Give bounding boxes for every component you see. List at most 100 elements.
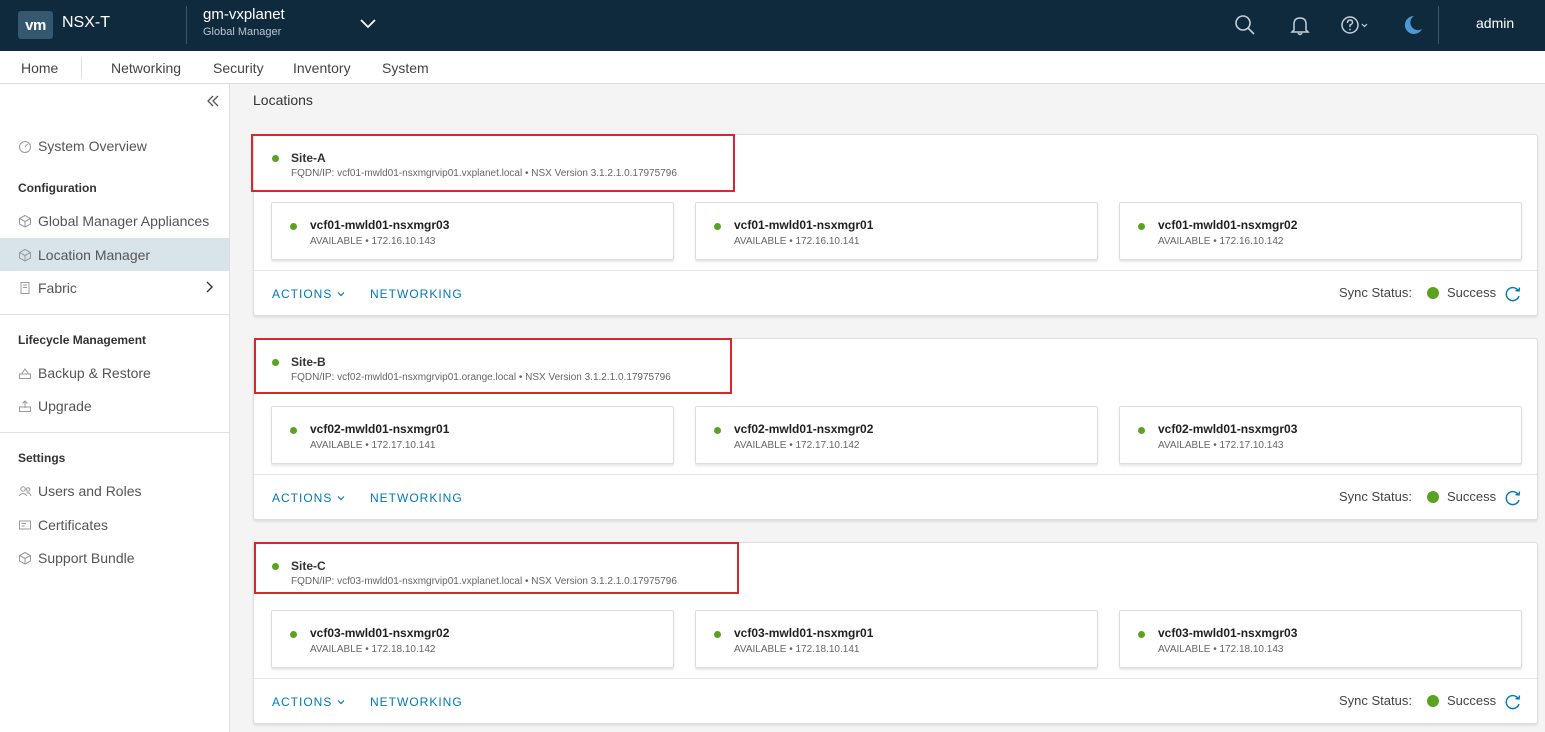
manager-status: AVAILABLE • 172.17.10.141: [310, 440, 436, 451]
highlight-box: [254, 542, 739, 594]
chevron-down-icon: [337, 496, 345, 501]
nav-divider: [81, 57, 82, 79]
nav-security[interactable]: Security: [213, 60, 264, 76]
refresh-icon[interactable]: [1504, 693, 1522, 711]
sync-status-label: Sync Status:: [1339, 489, 1412, 504]
header-divider: [1438, 6, 1439, 44]
sidebar-item-label: Certificates: [38, 516, 109, 533]
manager-name: vcf01-mwld01-nsxmgr02: [1158, 218, 1298, 232]
search-icon[interactable]: [1231, 11, 1259, 39]
users-icon: [18, 484, 32, 498]
nav-system[interactable]: System: [382, 60, 429, 76]
manager-status: AVAILABLE • 172.17.10.143: [1158, 440, 1284, 451]
chevron-down-icon[interactable]: [358, 14, 378, 34]
sync-status-dot: [1427, 491, 1439, 503]
networking-link[interactable]: NETWORKING: [370, 287, 463, 301]
header-divider: [186, 6, 187, 44]
sidebar-item-label: Backup & Restore: [38, 364, 151, 381]
collapse-icon[interactable]: [204, 92, 222, 110]
status-dot: [714, 427, 721, 434]
sidebar-section-lifecycle: Lifecycle Management: [18, 333, 147, 347]
nav-inventory[interactable]: Inventory: [293, 60, 351, 76]
networking-link[interactable]: NETWORKING: [370, 695, 463, 709]
sync-status-dot: [1427, 695, 1439, 707]
manager-status: AVAILABLE • 172.18.10.142: [310, 644, 436, 655]
vmware-logo[interactable]: vm: [18, 11, 53, 39]
manager-status: AVAILABLE • 172.18.10.141: [734, 644, 860, 655]
manager-name: vcf01-mwld01-nsxmgr01: [734, 218, 874, 232]
manager-name: vcf01-mwld01-nsxmgr03: [310, 218, 450, 232]
sidebar-section-settings: Settings: [18, 451, 66, 465]
sidebar-section-configuration: Configuration: [18, 181, 97, 195]
cube-icon: [18, 248, 32, 262]
actions-button[interactable]: ACTIONS: [272, 491, 345, 505]
sync-status-value: Success: [1447, 693, 1497, 708]
moon-icon[interactable]: [1398, 11, 1426, 39]
sidebar-item-label: Global Manager Appliances: [38, 212, 210, 229]
manager-card[interactable]: vcf02-mwld01-nsxmgr01 AVAILABLE • 172.17…: [271, 406, 674, 464]
actions-label: ACTIONS: [272, 491, 333, 505]
status-dot: [1138, 223, 1145, 230]
sidebar-item-upgrade[interactable]: Upgrade: [0, 389, 229, 422]
card-divider: [254, 474, 1537, 475]
actions-label: ACTIONS: [272, 287, 333, 301]
networking-link[interactable]: NETWORKING: [370, 491, 463, 505]
backup-icon: [18, 366, 32, 380]
refresh-icon[interactable]: [1504, 285, 1522, 303]
manager-name: vcf03-mwld01-nsxmgr03: [1158, 626, 1298, 640]
nav-home[interactable]: Home: [21, 60, 58, 76]
refresh-icon[interactable]: [1504, 489, 1522, 507]
user-menu[interactable]: admin: [1476, 15, 1514, 31]
sidebar-item-label: Users and Roles: [38, 482, 142, 499]
manager-name: vcf02-mwld01-nsxmgr01: [310, 422, 450, 436]
fabric-icon: [18, 281, 32, 295]
cube-icon: [18, 551, 32, 565]
bell-icon[interactable]: [1286, 11, 1314, 39]
sidebar-item-system-overview[interactable]: System Overview: [0, 129, 229, 162]
manager-card[interactable]: vcf01-mwld01-nsxmgr01 AVAILABLE • 172.16…: [695, 202, 1098, 260]
sidebar-item-label: Upgrade: [38, 397, 92, 414]
manager-name: vcf02-mwld01-nsxmgr03: [1158, 422, 1298, 436]
sidebar-item-label: Support Bundle: [38, 549, 135, 566]
help-icon[interactable]: [1339, 11, 1373, 39]
sidebar-item-fabric[interactable]: Fabric: [0, 271, 229, 304]
manager-card[interactable]: vcf03-mwld01-nsxmgr02 AVAILABLE • 172.18…: [271, 610, 674, 668]
upgrade-icon: [18, 399, 32, 413]
sync-status-value: Success: [1447, 489, 1497, 504]
context-name[interactable]: gm-vxplanet: [203, 6, 285, 23]
sync-status-label: Sync Status:: [1339, 285, 1412, 300]
status-dot: [714, 631, 721, 638]
sidebar-item-support-bundle[interactable]: Support Bundle: [0, 541, 229, 574]
actions-button[interactable]: ACTIONS: [272, 287, 345, 301]
status-dot: [290, 427, 297, 434]
sidebar-item-gm-appliances[interactable]: Global Manager Appliances: [0, 204, 229, 237]
status-dot: [290, 223, 297, 230]
manager-name: vcf02-mwld01-nsxmgr02: [734, 422, 874, 436]
certificate-icon: [18, 518, 32, 532]
manager-status: AVAILABLE • 172.16.10.143: [310, 236, 436, 247]
manager-name: vcf03-mwld01-nsxmgr01: [734, 626, 874, 640]
main-nav: Home Networking Security Inventory Syste…: [0, 51, 1545, 84]
sidebar-item-certificates[interactable]: Certificates: [0, 508, 229, 541]
manager-card[interactable]: vcf02-mwld01-nsxmgr02 AVAILABLE • 172.17…: [695, 406, 1098, 464]
manager-card[interactable]: vcf02-mwld01-nsxmgr03 AVAILABLE • 172.17…: [1119, 406, 1522, 464]
sidebar: System Overview Configuration Global Man…: [0, 84, 230, 732]
manager-card[interactable]: vcf01-mwld01-nsxmgr03 AVAILABLE • 172.16…: [271, 202, 674, 260]
manager-card[interactable]: vcf01-mwld01-nsxmgr02 AVAILABLE • 172.16…: [1119, 202, 1522, 260]
manager-card[interactable]: vcf03-mwld01-nsxmgr01 AVAILABLE • 172.18…: [695, 610, 1098, 668]
sidebar-item-users-roles[interactable]: Users and Roles: [0, 474, 229, 507]
sidebar-item-backup-restore[interactable]: Backup & Restore: [0, 356, 229, 389]
card-divider: [254, 678, 1537, 679]
actions-button[interactable]: ACTIONS: [272, 695, 345, 709]
sidebar-divider: [0, 432, 229, 433]
nav-networking[interactable]: Networking: [111, 60, 181, 76]
sidebar-item-location-manager[interactable]: Location Manager: [0, 238, 229, 271]
chevron-right-icon: [206, 281, 213, 293]
highlight-box: [254, 338, 732, 394]
chevron-down-icon: [337, 292, 345, 297]
manager-status: AVAILABLE • 172.16.10.141: [734, 236, 860, 247]
manager-card[interactable]: vcf03-mwld01-nsxmgr03 AVAILABLE • 172.18…: [1119, 610, 1522, 668]
sync-status-dot: [1427, 287, 1439, 299]
sidebar-item-label: Location Manager: [38, 246, 151, 263]
manager-name: vcf03-mwld01-nsxmgr02: [310, 626, 450, 640]
